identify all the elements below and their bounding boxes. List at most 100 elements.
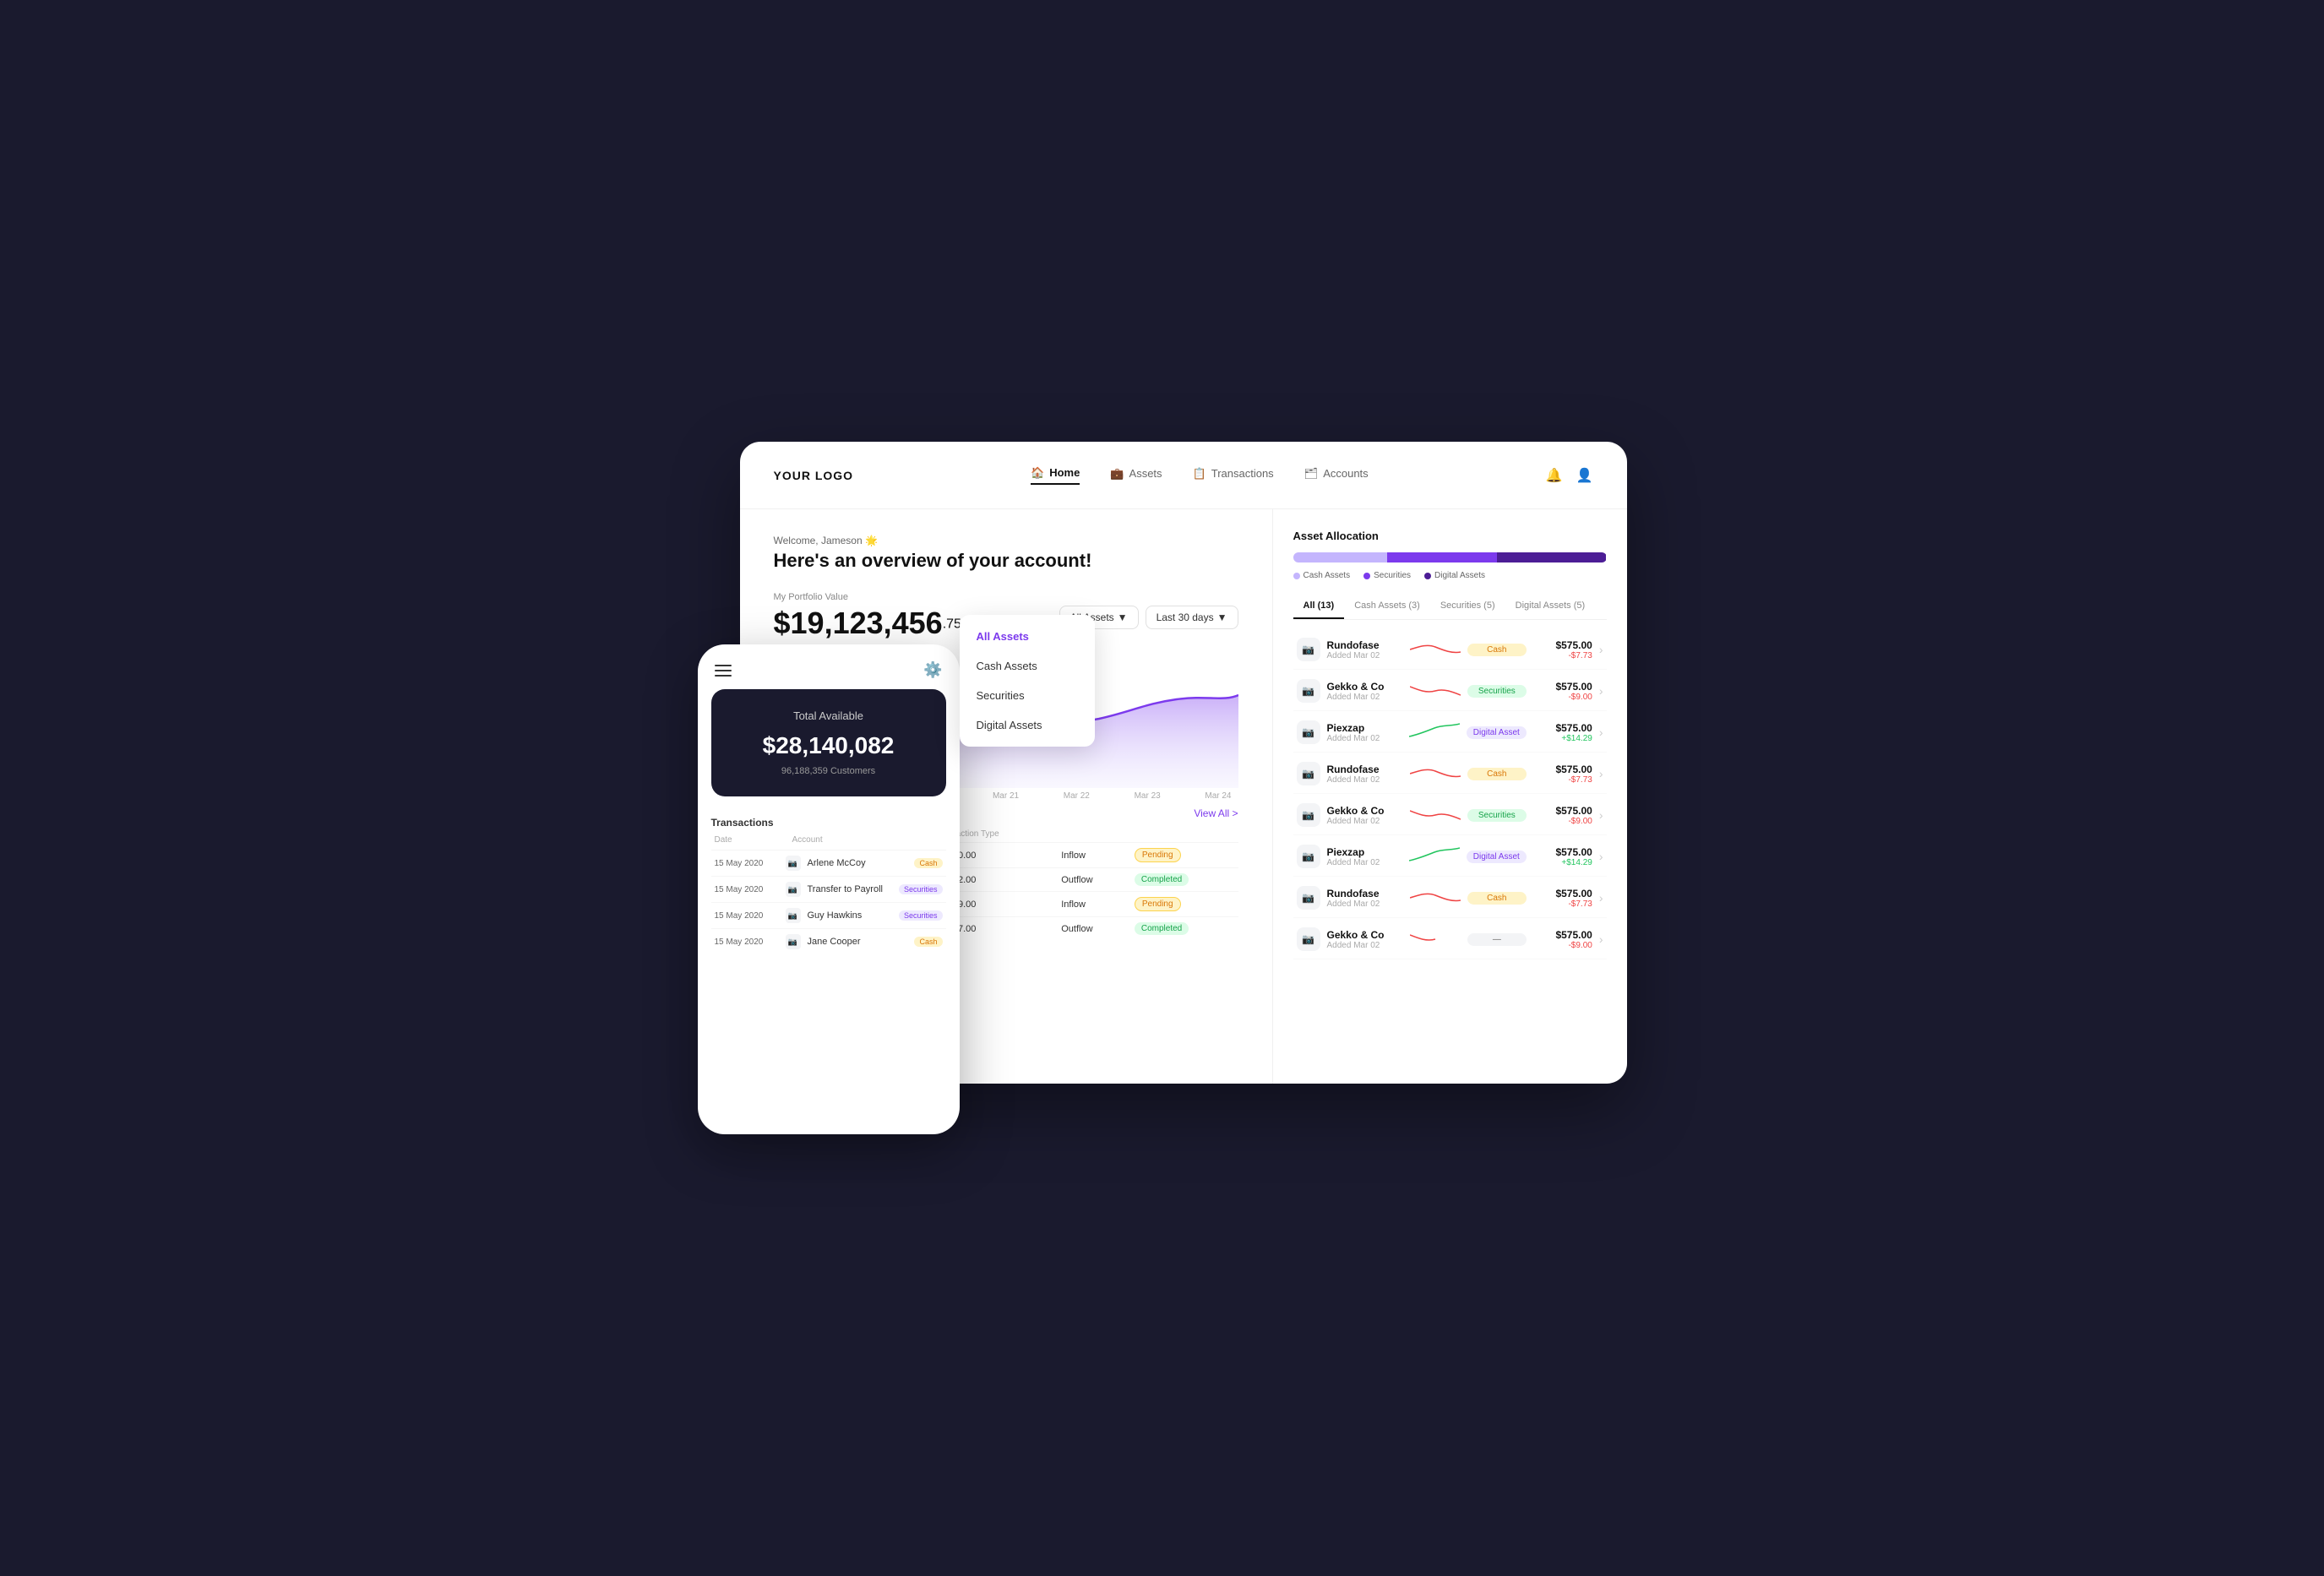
- home-icon: 🏠: [1031, 466, 1044, 480]
- asset-info: Gekko & Co Added Mar 02: [1327, 805, 1403, 826]
- cell-status: Pending: [1128, 892, 1238, 917]
- right-panel: Asset Allocation Cash Assets Securities: [1272, 509, 1627, 1084]
- asset-info: Rundofase Added Mar 02: [1327, 639, 1403, 660]
- chevron-right-icon[interactable]: ›: [1599, 726, 1603, 739]
- tab-all[interactable]: All (13): [1293, 594, 1345, 619]
- asset-info: Gekko & Co Added Mar 02: [1327, 681, 1403, 702]
- cell-flow: Inflow: [1054, 892, 1128, 917]
- legend-digital: Digital Assets: [1424, 571, 1485, 580]
- mobile-total-value: $28,140,082: [728, 732, 929, 759]
- hamburger-menu[interactable]: [715, 665, 732, 677]
- chevron-right-icon[interactable]: ›: [1599, 891, 1603, 905]
- bell-icon[interactable]: 🔔: [1546, 467, 1563, 484]
- time-filter-btn[interactable]: Last 30 days ▼: [1146, 606, 1238, 629]
- welcome-greeting: Welcome, Jameson 🌟: [774, 535, 1238, 546]
- mini-chart: [1409, 844, 1460, 869]
- asset-value-col: $575.00 -$9.00: [1533, 681, 1592, 702]
- navbar: YOUR LOGO 🏠 Home 💼 Assets 📋 Transactions…: [740, 442, 1627, 509]
- dropdown-item-cash[interactable]: Cash Assets: [960, 651, 1095, 681]
- cell-status: Completed: [1128, 868, 1238, 892]
- asset-icon: 📷: [1297, 803, 1320, 827]
- view-all-link[interactable]: View All >: [1194, 807, 1238, 819]
- bar-digital: [1497, 552, 1607, 562]
- chevron-right-icon[interactable]: ›: [1599, 808, 1603, 822]
- mobile-total-card: Total Available $28,140,082 96,188,359 C…: [711, 689, 946, 796]
- mini-chart: [1410, 927, 1461, 952]
- asset-row: 📷 Gekko & Co Added Mar 02 Securities $57…: [1293, 671, 1607, 711]
- legend-securities: Securities: [1363, 571, 1411, 580]
- chevron-right-icon[interactable]: ›: [1599, 767, 1603, 780]
- mobile-trans-row: 15 May 2020 📷 Arlene McCoy Cash: [711, 850, 946, 876]
- dropdown-item-digital[interactable]: Digital Assets: [960, 710, 1095, 740]
- chart-label-5: Mar 23: [1135, 791, 1161, 801]
- asset-row: 📷 Gekko & Co Added Mar 02 Securities $57…: [1293, 796, 1607, 835]
- nav-actions: 🔔 👤: [1546, 467, 1593, 484]
- dropdown-item-securities[interactable]: Securities: [960, 681, 1095, 710]
- nav-link-transactions[interactable]: 📋 Transactions: [1193, 467, 1274, 484]
- asset-type-badge: Securities: [1467, 685, 1527, 698]
- cell-flow: Inflow: [1054, 843, 1128, 868]
- cell-flow: Outflow: [1054, 868, 1128, 892]
- chevron-right-icon[interactable]: ›: [1599, 643, 1603, 656]
- legend-dot-digital: [1424, 573, 1431, 579]
- mini-chart: [1410, 678, 1461, 704]
- mobile-trans-row: 15 May 2020 📷 Transfer to Payroll Securi…: [711, 876, 946, 902]
- asset-row: 📷 Gekko & Co Added Mar 02 — $575.00 -$9.…: [1293, 920, 1607, 959]
- asset-type-badge: —: [1467, 933, 1527, 946]
- dropdown-item-all[interactable]: All Assets: [960, 622, 1095, 651]
- mobile-badge: Securities: [899, 910, 943, 921]
- scene: YOUR LOGO 🏠 Home 💼 Assets 📋 Transactions…: [698, 442, 1627, 1134]
- chart-label-4: Mar 22: [1064, 791, 1090, 801]
- nav-link-accounts[interactable]: 🗂 Accounts: [1304, 467, 1369, 484]
- settings-icon[interactable]: ⚙️: [923, 661, 942, 679]
- tab-cash[interactable]: Cash Assets (3): [1344, 594, 1430, 619]
- mini-chart: [1410, 885, 1461, 910]
- account-icon: 📷: [786, 908, 801, 923]
- asset-info: Piexzap Added Mar 02: [1327, 722, 1402, 743]
- mobile-transactions: Transactions Date Account 15 May 2020 📷 …: [698, 810, 960, 961]
- asset-type-badge: Cash: [1467, 892, 1527, 905]
- mobile-badge: Securities: [899, 884, 943, 894]
- asset-value-col: $575.00 -$7.73: [1533, 764, 1592, 785]
- asset-icon: 📷: [1297, 927, 1320, 951]
- bar-securities: [1387, 552, 1497, 562]
- accounts-icon: 🗂: [1304, 467, 1319, 481]
- asset-value-col: $575.00 -$7.73: [1533, 888, 1592, 909]
- mobile-customers: 96,188,359 Customers: [728, 766, 929, 776]
- asset-info: Rundofase Added Mar 02: [1327, 888, 1403, 909]
- chevron-right-icon[interactable]: ›: [1599, 932, 1603, 946]
- asset-info: Rundofase Added Mar 02: [1327, 764, 1403, 785]
- chart-label-6: Mar 24: [1205, 791, 1231, 801]
- account-icon: 📷: [786, 934, 801, 949]
- account-icon: 📷: [786, 882, 801, 897]
- asset-row: 📷 Rundofase Added Mar 02 Cash $575.00 -$…: [1293, 878, 1607, 918]
- tab-digital[interactable]: Digital Assets (5): [1505, 594, 1596, 619]
- asset-icon: 📷: [1297, 720, 1320, 744]
- user-icon[interactable]: 👤: [1576, 467, 1593, 484]
- nav-link-home[interactable]: 🏠 Home: [1031, 466, 1080, 485]
- asset-icon: 📷: [1297, 762, 1320, 785]
- legend-dot-securities: [1363, 573, 1370, 579]
- nav-link-assets[interactable]: 💼 Assets: [1110, 467, 1162, 484]
- page-title: Here's an overview of your account!: [774, 550, 1238, 572]
- chevron-right-icon[interactable]: ›: [1599, 850, 1603, 863]
- cell-flow: Outflow: [1054, 917, 1128, 941]
- asset-type-badge: Digital Asset: [1467, 726, 1527, 739]
- bar-cash: [1293, 552, 1387, 562]
- mini-chart: [1409, 720, 1460, 745]
- mobile-transactions-title: Transactions: [711, 817, 946, 829]
- asset-info: Piexzap Added Mar 02: [1327, 846, 1402, 867]
- chevron-right-icon[interactable]: ›: [1599, 684, 1603, 698]
- mobile-header: ⚙️: [698, 644, 960, 689]
- allocation-bar: [1293, 552, 1607, 562]
- asset-type-badge: Digital Asset: [1467, 850, 1527, 863]
- tab-securities[interactable]: Securities (5): [1430, 594, 1505, 619]
- asset-type-badge: Securities: [1467, 809, 1527, 822]
- nav-links: 🏠 Home 💼 Assets 📋 Transactions 🗂 Account…: [1031, 466, 1369, 485]
- legend-dot-cash: [1293, 573, 1300, 579]
- legend-cash: Cash Assets: [1293, 571, 1351, 580]
- logo: YOUR LOGO: [774, 469, 854, 482]
- portfolio-label: My Portfolio Value: [774, 592, 1238, 602]
- asset-value-col: $575.00 +$14.29: [1533, 722, 1592, 743]
- transactions-icon: 📋: [1193, 467, 1206, 481]
